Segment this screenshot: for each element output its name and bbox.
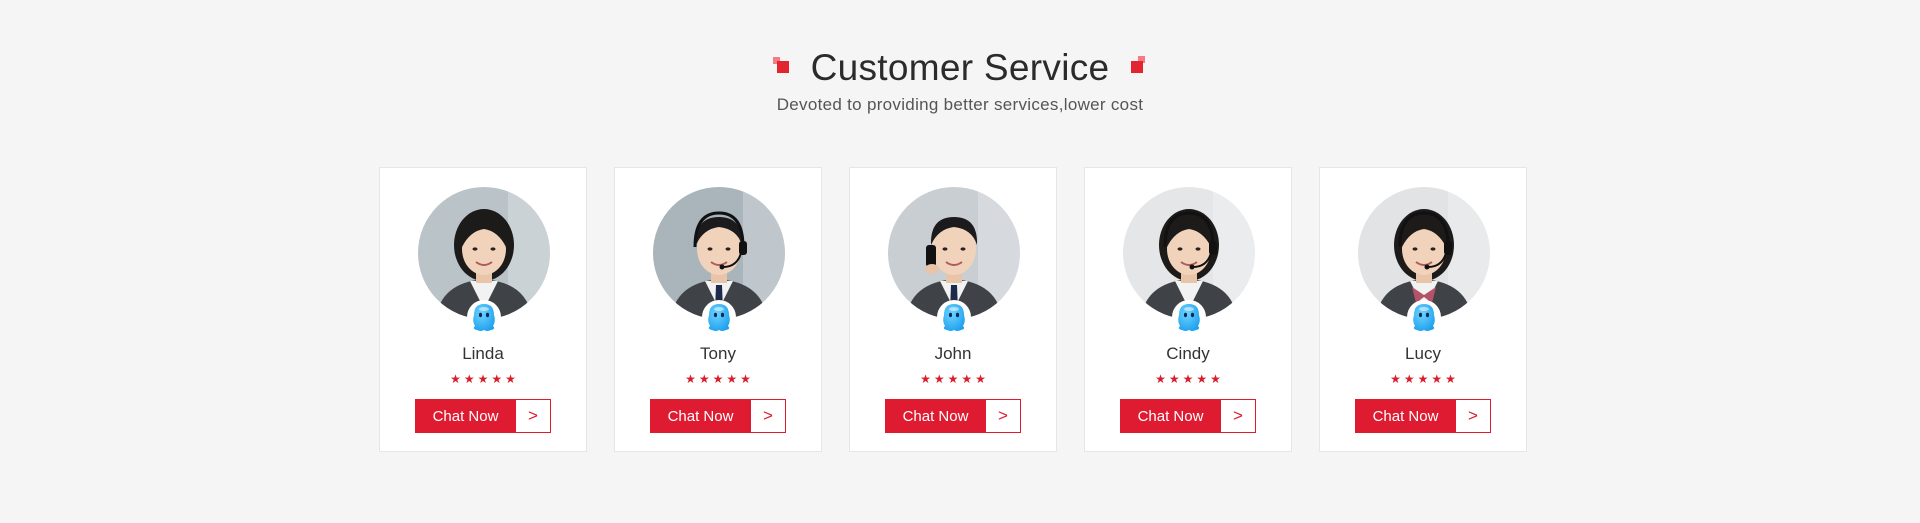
chevron-right-icon[interactable]: > xyxy=(1221,399,1256,433)
star-icon: ★ xyxy=(920,372,931,386)
star-icon: ★ xyxy=(712,372,724,386)
star-icon: ★ xyxy=(698,372,710,386)
qq-chat-icon[interactable] xyxy=(466,299,502,335)
qq-chat-icon[interactable] xyxy=(936,299,972,335)
star-icon: ★ xyxy=(1210,372,1221,386)
avatar-wrap xyxy=(1358,187,1490,334)
qq-chat-icon[interactable] xyxy=(1406,299,1442,335)
agent-name: Lucy xyxy=(1405,344,1441,363)
star-icon: ★ xyxy=(1403,372,1415,386)
decor-squares-icon xyxy=(772,55,793,75)
qq-chat-icon[interactable] xyxy=(1171,299,1207,335)
agent-card: Tony ★ ★ ★ ★ ★ Chat Now > xyxy=(614,167,822,452)
decor-squares-icon xyxy=(1127,55,1147,75)
chat-now-label[interactable]: Chat Now xyxy=(1355,399,1456,433)
star-icon: ★ xyxy=(1155,372,1166,386)
star-icon: ★ xyxy=(933,372,945,386)
chat-now-label[interactable]: Chat Now xyxy=(650,399,751,433)
star-icon: ★ xyxy=(726,372,738,386)
star-icon: ★ xyxy=(1182,372,1194,386)
star-icon: ★ xyxy=(947,372,959,386)
agent-card: Cindy ★ ★ ★ ★ ★ Chat Now > xyxy=(1084,167,1292,452)
chat-now-button[interactable]: Chat Now > xyxy=(885,399,1021,433)
avatar-wrap xyxy=(888,187,1020,334)
star-icon: ★ xyxy=(961,372,973,386)
star-icon: ★ xyxy=(1417,372,1429,386)
star-icon: ★ xyxy=(1196,372,1208,386)
star-icon: ★ xyxy=(740,372,751,386)
agent-card: Lucy ★ ★ ★ ★ ★ Chat Now > xyxy=(1319,167,1527,452)
rating-stars: ★ ★ ★ ★ ★ xyxy=(615,373,821,385)
chevron-right-icon[interactable]: > xyxy=(1456,399,1491,433)
rating-stars: ★ ★ ★ ★ ★ xyxy=(380,373,586,385)
star-icon: ★ xyxy=(1445,372,1456,386)
section-header: Customer Service xyxy=(0,44,1920,92)
agent-name: John xyxy=(934,344,972,363)
qq-chat-icon[interactable] xyxy=(701,299,737,335)
star-icon: ★ xyxy=(1168,372,1180,386)
agent-name: Cindy xyxy=(1166,344,1210,363)
agent-name: Linda xyxy=(462,344,504,363)
agent-card: John ★ ★ ★ ★ ★ Chat Now > xyxy=(849,167,1057,452)
star-icon: ★ xyxy=(463,372,475,386)
agent-card-list: Linda ★ ★ ★ ★ ★ Chat Now > Tony ★ ★ ★ ★ ★ Chat N… xyxy=(379,167,1527,452)
chevron-right-icon[interactable]: > xyxy=(751,399,786,433)
star-icon: ★ xyxy=(1390,372,1401,386)
rating-stars: ★ ★ ★ ★ ★ xyxy=(1320,373,1526,385)
agent-card: Linda ★ ★ ★ ★ ★ Chat Now > xyxy=(379,167,587,452)
section-title: Customer Service xyxy=(810,47,1110,88)
agent-name: Tony xyxy=(700,344,736,363)
chat-now-button[interactable]: Chat Now > xyxy=(1120,399,1256,433)
chat-now-label[interactable]: Chat Now xyxy=(415,399,516,433)
chat-now-label[interactable]: Chat Now xyxy=(1120,399,1221,433)
chat-now-label[interactable]: Chat Now xyxy=(885,399,986,433)
chevron-right-icon[interactable]: > xyxy=(516,399,551,433)
chevron-right-icon[interactable]: > xyxy=(986,399,1021,433)
chat-now-button[interactable]: Chat Now > xyxy=(1355,399,1491,433)
avatar-wrap xyxy=(1123,187,1255,334)
rating-stars: ★ ★ ★ ★ ★ xyxy=(1085,373,1291,385)
star-icon: ★ xyxy=(505,372,516,386)
star-icon: ★ xyxy=(975,372,986,386)
chat-now-button[interactable]: Chat Now > xyxy=(650,399,786,433)
chat-now-button[interactable]: Chat Now > xyxy=(415,399,551,433)
avatar-wrap xyxy=(418,187,550,334)
star-icon: ★ xyxy=(1431,372,1443,386)
star-icon: ★ xyxy=(491,372,503,386)
star-icon: ★ xyxy=(450,372,461,386)
section-subtitle: Devoted to providing better services,low… xyxy=(776,95,1144,114)
star-icon: ★ xyxy=(477,372,489,386)
customer-service-section: Customer Service Devoted to providing be… xyxy=(0,0,1920,523)
avatar-wrap xyxy=(653,187,785,334)
star-icon: ★ xyxy=(685,372,696,386)
rating-stars: ★ ★ ★ ★ ★ xyxy=(850,373,1056,385)
